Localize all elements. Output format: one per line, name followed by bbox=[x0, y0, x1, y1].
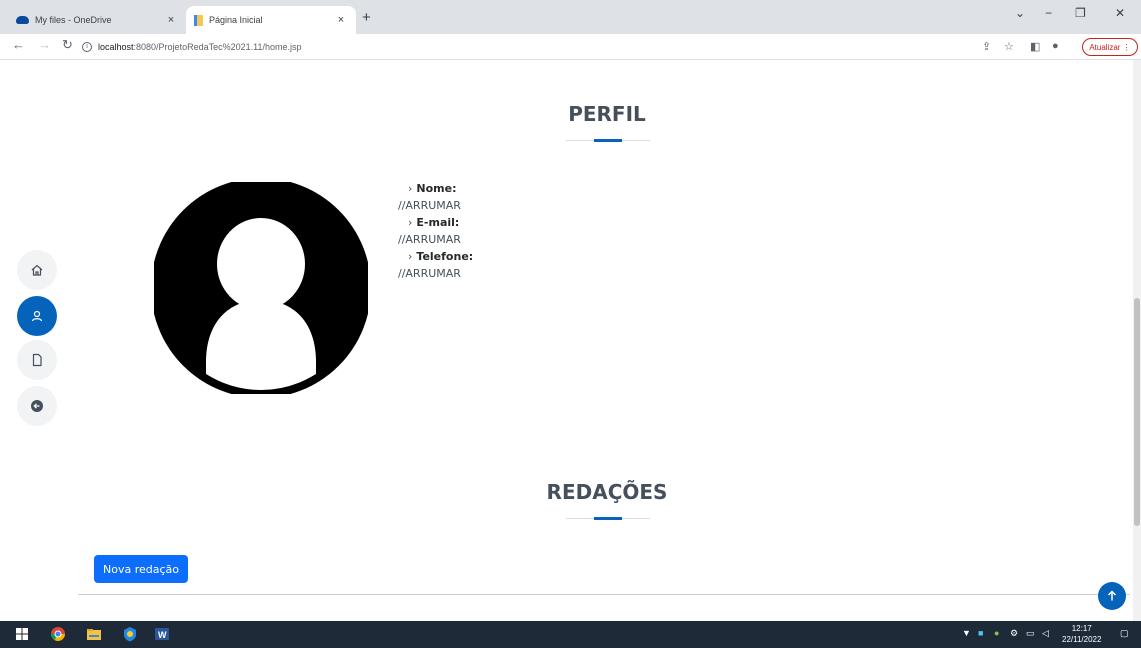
close-tab-icon[interactable]: × bbox=[164, 14, 178, 26]
action-center-icon[interactable]: ▢ bbox=[1120, 628, 1129, 639]
bookmark-star-icon[interactable]: ☆ bbox=[1004, 40, 1014, 53]
browser-tab-strip: My files - OneDrive × Página Inicial × +… bbox=[0, 0, 1141, 34]
phone-label: Telefone: bbox=[416, 250, 474, 263]
file-explorer-icon[interactable] bbox=[86, 626, 102, 642]
forward-icon[interactable]: → bbox=[38, 37, 51, 52]
tab-search-icon[interactable]: ⌄ bbox=[1015, 6, 1025, 20]
chevron-right-icon: › bbox=[408, 250, 413, 263]
address-bar[interactable]: i localhost:8080/ProjetoRedaTec%2021.11/… bbox=[82, 36, 962, 58]
back-icon[interactable]: ← bbox=[12, 37, 25, 52]
windows-taskbar: W ▼ ■ ● ⚙ ▭ ◁ 12:17 22/11/2022 ▢ bbox=[0, 621, 1141, 648]
info-label-row: › Telefone: bbox=[398, 248, 473, 265]
reload-icon[interactable]: ↻ bbox=[62, 37, 73, 53]
name-label: Nome: bbox=[416, 182, 457, 195]
tray-app-icon[interactable]: ● bbox=[994, 628, 999, 638]
page-content: PERFIL › Nome: //ARRUMAR › E-mail: //ARRUM… bbox=[0, 60, 1141, 621]
arrow-left-circle-icon bbox=[31, 400, 43, 412]
site-info-icon[interactable]: i bbox=[82, 42, 92, 52]
close-tab-icon[interactable]: × bbox=[334, 14, 348, 26]
nav-essays-button[interactable] bbox=[17, 340, 57, 380]
restore-button[interactable]: ❐ bbox=[1075, 6, 1086, 20]
url-host: localhost bbox=[98, 42, 134, 52]
chevron-right-icon: › bbox=[408, 216, 413, 229]
back-to-top-button[interactable] bbox=[1098, 582, 1126, 610]
share-icon[interactable]: ⇪ bbox=[982, 40, 991, 53]
scrollbar-thumb[interactable] bbox=[1134, 298, 1140, 526]
nav-profile-button[interactable] bbox=[17, 296, 57, 336]
nav-logout-button[interactable] bbox=[17, 386, 57, 426]
title-accent-bar bbox=[594, 517, 622, 520]
browser-toolbar: ← → ↻ i localhost:8080/ProjetoRedaTec%20… bbox=[0, 34, 1141, 60]
update-label: Atualizar bbox=[1089, 42, 1121, 52]
close-window-button[interactable]: ✕ bbox=[1115, 6, 1125, 20]
word-icon[interactable]: W bbox=[154, 626, 170, 642]
info-label-row: › E-mail: bbox=[398, 214, 473, 231]
side-panel-icon[interactable]: ◧ bbox=[1030, 40, 1040, 53]
taskbar-clock[interactable]: 12:17 22/11/2022 bbox=[1062, 623, 1101, 645]
new-tab-button[interactable]: + bbox=[362, 9, 371, 26]
profile-section-title: PERFIL bbox=[568, 102, 646, 126]
name-value: //ARRUMAR bbox=[398, 199, 461, 212]
divider bbox=[78, 594, 1130, 595]
chevron-right-icon: › bbox=[408, 182, 413, 195]
onedrive-icon bbox=[16, 16, 29, 24]
page-favicon-icon bbox=[194, 14, 203, 26]
clock-date: 22/11/2022 bbox=[1062, 635, 1102, 644]
svg-text:W: W bbox=[158, 630, 167, 640]
network-icon[interactable]: ▭ bbox=[1026, 628, 1035, 639]
nav-home-button[interactable] bbox=[17, 250, 57, 290]
chrome-icon[interactable] bbox=[50, 626, 66, 642]
avatar-image bbox=[154, 182, 368, 394]
essays-section-title: REDAÇÕES bbox=[546, 480, 668, 504]
new-essay-button[interactable]: Nova redação bbox=[94, 555, 188, 583]
url-path: :8080/ProjetoRedaTec%2021.11/home.jsp bbox=[133, 42, 302, 52]
minimize-button[interactable]: − bbox=[1045, 6, 1052, 20]
tab-onedrive[interactable]: My files - OneDrive × bbox=[8, 6, 186, 34]
email-label: E-mail: bbox=[416, 216, 460, 229]
tray-app-icon[interactable]: ⚙ bbox=[1010, 628, 1018, 639]
tray-notification-icon[interactable]: ▼ bbox=[962, 628, 971, 638]
profile-icon[interactable]: ● bbox=[1052, 40, 1059, 52]
arrow-up-icon bbox=[1107, 590, 1117, 601]
volume-icon[interactable]: ◁ bbox=[1042, 628, 1049, 639]
home-icon bbox=[31, 264, 43, 276]
info-label-row: › Nome: bbox=[398, 180, 473, 197]
update-button[interactable]: Atualizar ⋮ bbox=[1082, 38, 1138, 56]
windows-start-icon[interactable] bbox=[14, 626, 30, 642]
profile-info: › Nome: //ARRUMAR › E-mail: //ARRUMAR › Tel… bbox=[398, 180, 473, 282]
email-value: //ARRUMAR bbox=[398, 233, 461, 246]
person-icon bbox=[31, 310, 43, 322]
tab-title: Página Inicial bbox=[209, 15, 263, 25]
security-app-icon[interactable] bbox=[122, 626, 138, 642]
clock-time: 12:17 bbox=[1071, 624, 1092, 633]
page-scrollbar[interactable] bbox=[1133, 60, 1141, 621]
tab-title: My files - OneDrive bbox=[35, 15, 112, 25]
phone-value: //ARRUMAR bbox=[398, 267, 461, 280]
tray-app-icon[interactable]: ■ bbox=[978, 628, 983, 638]
title-accent-bar bbox=[594, 139, 622, 142]
tab-pagina-inicial[interactable]: Página Inicial × bbox=[186, 6, 356, 34]
file-icon bbox=[32, 353, 42, 367]
